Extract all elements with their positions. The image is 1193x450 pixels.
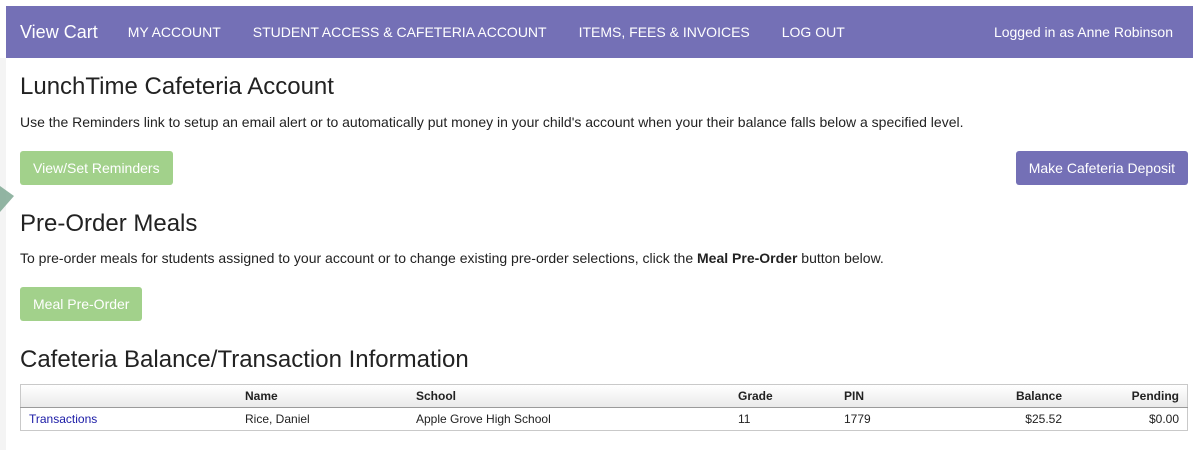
pre-order-description-end: button below. [797, 250, 884, 266]
left-edge [0, 58, 6, 450]
table-header-row: Name School Grade PIN Balance Pending [20, 384, 1188, 408]
pre-order-meals-heading: Pre-Order Meals [20, 210, 198, 237]
school-name: Apple Grove High School [416, 412, 551, 426]
pre-order-description-start: To pre-order meals for students assigned… [20, 250, 698, 266]
meal-pre-order-button[interactable]: Meal Pre-Order [20, 287, 143, 321]
nav-student-access-cafeteria[interactable]: STUDENT ACCESS & CAFETERIA ACCOUNT [253, 24, 547, 40]
balance-table: Name School Grade PIN Balance Pending Tr… [20, 384, 1188, 431]
column-header-pending: Pending [1070, 384, 1188, 408]
pin-value: 1779 [844, 412, 871, 426]
make-cafeteria-deposit-button[interactable]: Make Cafeteria Deposit [1015, 151, 1188, 185]
column-header-grade: Grade [730, 384, 836, 408]
cafeteria-account-heading: LunchTime Cafeteria Account [20, 73, 334, 100]
pre-order-description: To pre-order meals for students assigned… [20, 250, 884, 266]
reminders-description: Use the Reminders link to setup an email… [20, 114, 964, 130]
view-cart-link[interactable]: View Cart [20, 22, 98, 43]
decorative-arrow-icon [0, 186, 14, 212]
pre-order-description-bold: Meal Pre-Order [697, 250, 798, 266]
column-header-action [20, 384, 237, 408]
balance-transaction-heading: Cafeteria Balance/Transaction Informatio… [20, 346, 469, 373]
student-name: Rice, Daniel [245, 412, 310, 426]
nav-log-out[interactable]: LOG OUT [782, 24, 845, 40]
transactions-link[interactable]: Transactions [29, 412, 97, 426]
column-header-balance: Balance [942, 384, 1070, 408]
logged-in-user[interactable]: Logged in as Anne Robinson [994, 24, 1173, 40]
pending-value: $0.00 [1148, 412, 1179, 426]
top-navbar: View Cart MY ACCOUNT STUDENT ACCESS & CA… [6, 6, 1193, 58]
balance-value: $25.52 [1025, 412, 1062, 426]
nav-my-account[interactable]: MY ACCOUNT [128, 24, 221, 40]
nav-items-fees-invoices[interactable]: ITEMS, FEES & INVOICES [579, 24, 750, 40]
table-row: Transactions Rice, Daniel Apple Grove Hi… [21, 408, 1188, 431]
grade-value: 11 [738, 412, 751, 426]
column-header-pin: PIN [836, 384, 942, 408]
view-set-reminders-button[interactable]: View/Set Reminders [20, 151, 173, 185]
column-header-school: School [408, 384, 730, 408]
page: View Cart MY ACCOUNT STUDENT ACCESS & CA… [0, 0, 1193, 450]
column-header-name: Name [237, 384, 408, 408]
transactions-cell: Transactions [21, 408, 238, 431]
